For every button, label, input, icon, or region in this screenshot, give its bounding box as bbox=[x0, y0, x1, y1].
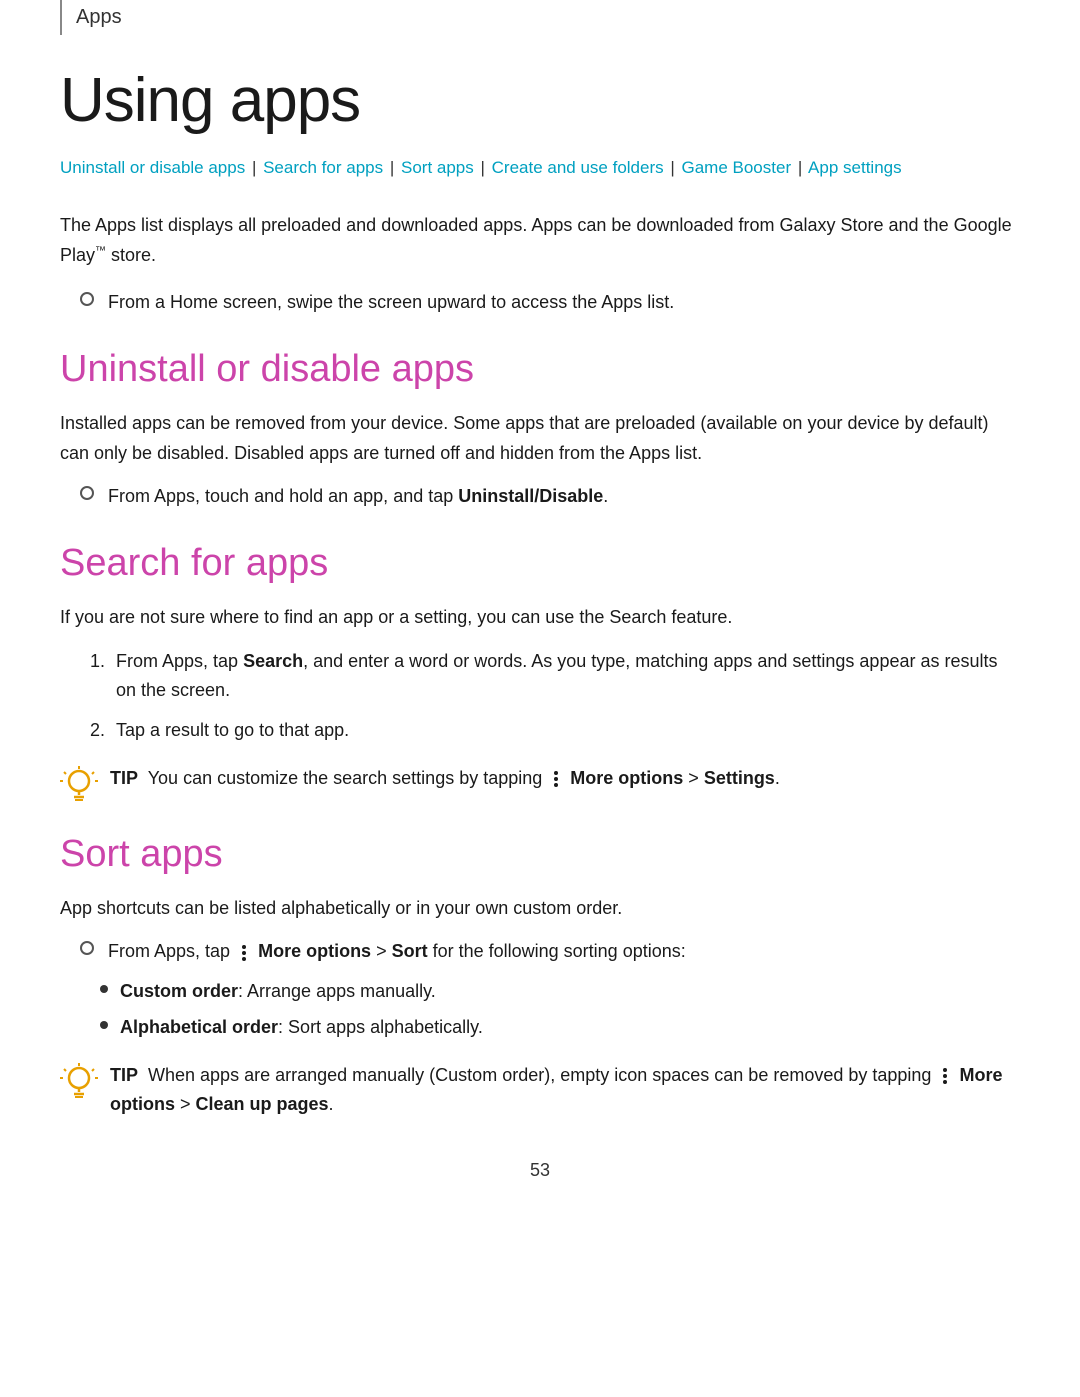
header-bar: Apps bbox=[60, 0, 1020, 35]
dot7 bbox=[943, 1068, 947, 1072]
intro-bullet-text: From a Home screen, swipe the screen upw… bbox=[108, 288, 674, 318]
dot1 bbox=[554, 771, 558, 775]
search-bold-label: Search bbox=[243, 651, 303, 671]
search-step-1-text: From Apps, tap Search, and enter a word … bbox=[116, 647, 1020, 706]
settings-label: Settings bbox=[704, 768, 775, 788]
sort-bullet-1: From Apps, tap More options > Sort for t… bbox=[80, 937, 1020, 967]
custom-order-label: Custom order bbox=[120, 981, 238, 1001]
dot4 bbox=[242, 945, 246, 949]
toc-sep-5: | bbox=[793, 158, 802, 177]
uninstall-bullet-text: From Apps, touch and hold an app, and ta… bbox=[108, 482, 608, 512]
sort-body: App shortcuts can be listed alphabetical… bbox=[60, 894, 1020, 924]
search-body: If you are not sure where to find an app… bbox=[60, 603, 1020, 633]
toc-sep-4: | bbox=[666, 158, 675, 177]
page-container: Apps Using apps Uninstall or disable app… bbox=[0, 0, 1080, 1261]
bullet-circle-icon-2 bbox=[80, 486, 94, 500]
toc-links: Uninstall or disable apps | Search for a… bbox=[60, 154, 1020, 183]
more-options-label-search: More options bbox=[570, 768, 683, 788]
search-step-1: 1. From Apps, tap Search, and enter a wo… bbox=[90, 647, 1020, 706]
sort-alphabetical-order-text: Alphabetical order: Sort apps alphabetic… bbox=[120, 1013, 483, 1043]
tip-label: TIP bbox=[110, 768, 138, 788]
tip-lightbulb-icon-search bbox=[60, 765, 98, 803]
search-step-2-text: Tap a result to go to that app. bbox=[116, 716, 349, 746]
search-numbered-list: 1. From Apps, tap Search, and enter a wo… bbox=[90, 647, 1020, 746]
toc-link-folders[interactable]: Create and use folders bbox=[492, 158, 664, 177]
page-title: Using apps bbox=[60, 65, 1020, 136]
dot5 bbox=[242, 951, 246, 955]
step-number-1: 1. bbox=[90, 647, 116, 677]
toc-link-uninstall[interactable]: Uninstall or disable apps bbox=[60, 158, 245, 177]
alphabetical-order-label: Alphabetical order bbox=[120, 1017, 278, 1037]
tip-lightbulb-icon-sort bbox=[60, 1062, 98, 1100]
more-options-dots-sort bbox=[238, 944, 250, 962]
sort-custom-order: Custom order: Arrange apps manually. bbox=[100, 977, 1020, 1007]
tip-label-sort: TIP bbox=[110, 1065, 138, 1085]
toc-link-search[interactable]: Search for apps bbox=[263, 158, 383, 177]
more-options-label-sort: More options bbox=[258, 941, 371, 961]
intro-paragraph: The Apps list displays all preloaded and… bbox=[60, 211, 1020, 270]
page-number: 53 bbox=[60, 1160, 1020, 1201]
tip-search-text: TIP You can customize the search setting… bbox=[110, 764, 780, 794]
tip-sort: TIP When apps are arranged manually (Cus… bbox=[60, 1061, 1020, 1120]
section-heading-search: Search for apps bbox=[60, 542, 1020, 585]
toc-link-game[interactable]: Game Booster bbox=[682, 158, 792, 177]
toc-link-appsettings[interactable]: App settings bbox=[808, 158, 902, 177]
bullet-circle-icon-3 bbox=[80, 941, 94, 955]
toc-sep-2: | bbox=[385, 158, 394, 177]
uninstall-body: Installed apps can be removed from your … bbox=[60, 409, 1020, 468]
dot9 bbox=[943, 1080, 947, 1084]
tip-search: TIP You can customize the search setting… bbox=[60, 764, 1020, 803]
toc-sep-1: | bbox=[247, 158, 256, 177]
sort-alphabetical-order: Alphabetical order: Sort apps alphabetic… bbox=[100, 1013, 1020, 1043]
clean-up-pages-label: Clean up pages bbox=[196, 1094, 329, 1114]
intro-bullet-1: From a Home screen, swipe the screen upw… bbox=[80, 288, 1020, 318]
dot3 bbox=[554, 783, 558, 787]
sort-label: Sort bbox=[392, 941, 428, 961]
dot6 bbox=[242, 957, 246, 961]
toc-sep-3: | bbox=[476, 158, 485, 177]
more-options-dots-sort2 bbox=[939, 1067, 951, 1085]
section-heading-uninstall: Uninstall or disable apps bbox=[60, 348, 1020, 391]
section-heading-sort: Sort apps bbox=[60, 833, 1020, 876]
dot2 bbox=[554, 777, 558, 781]
dot8 bbox=[943, 1074, 947, 1078]
tip-sort-text: TIP When apps are arranged manually (Cus… bbox=[110, 1061, 1020, 1120]
more-options-dots-search bbox=[550, 770, 562, 788]
step-number-2: 2. bbox=[90, 716, 116, 746]
toc-link-sort[interactable]: Sort apps bbox=[401, 158, 474, 177]
bullet-circle-icon bbox=[80, 292, 94, 306]
uninstall-disable-label: Uninstall/Disable bbox=[458, 486, 603, 506]
uninstall-bullet-1: From Apps, touch and hold an app, and ta… bbox=[80, 482, 1020, 512]
sort-sub-bullets: Custom order: Arrange apps manually. Alp… bbox=[100, 977, 1020, 1042]
sort-custom-order-text: Custom order: Arrange apps manually. bbox=[120, 977, 436, 1007]
sub-bullet-dot-1 bbox=[100, 985, 108, 993]
sub-bullet-dot-2 bbox=[100, 1021, 108, 1029]
breadcrumb: Apps bbox=[76, 0, 122, 35]
search-step-2: 2. Tap a result to go to that app. bbox=[90, 716, 1020, 746]
sort-bullet-text: From Apps, tap More options > Sort for t… bbox=[108, 937, 686, 967]
header-border bbox=[60, 0, 62, 35]
